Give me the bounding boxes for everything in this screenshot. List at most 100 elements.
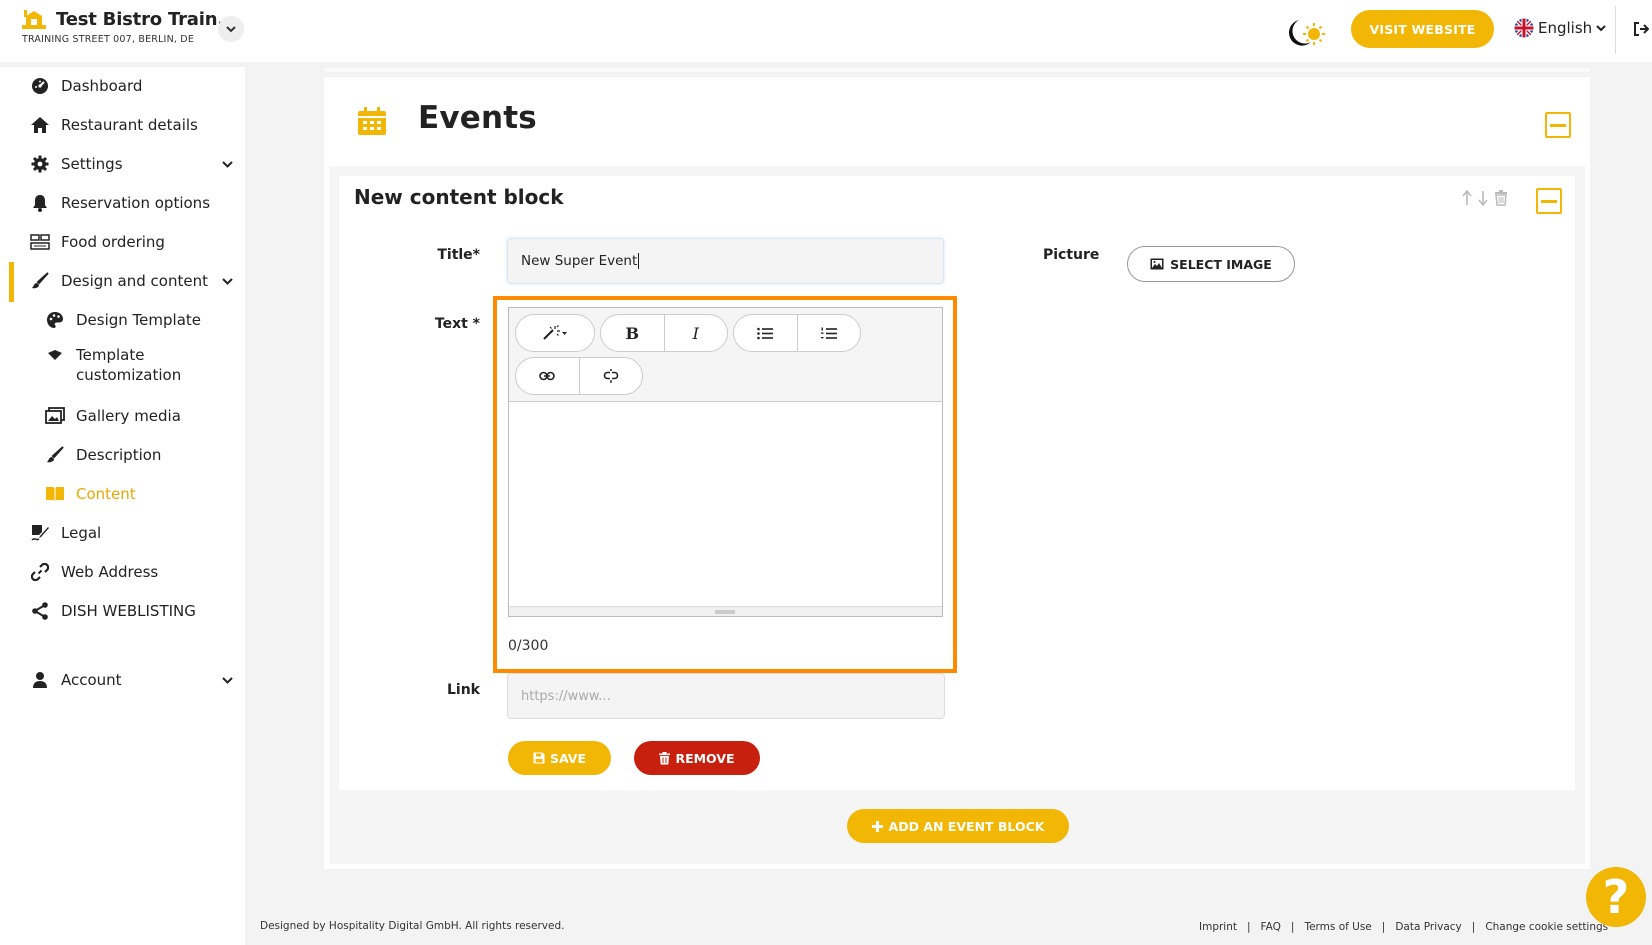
trash-icon — [659, 751, 671, 765]
sidebar-item-gallery-media[interactable]: Gallery media — [0, 397, 245, 435]
share-icon — [30, 601, 50, 621]
footer-link-faq[interactable]: FAQ — [1261, 921, 1281, 933]
save-button[interactable]: SAVE — [508, 741, 611, 775]
chevron-down-icon — [222, 277, 233, 285]
collapse-block-button[interactable] — [1536, 188, 1562, 214]
header-divider — [1615, 6, 1616, 54]
link-icon — [539, 371, 556, 381]
style-button[interactable] — [516, 315, 594, 351]
move-up-icon[interactable] — [1462, 190, 1472, 206]
sidebar-item-design-and-content[interactable]: Design and content — [0, 262, 245, 300]
section-separator — [324, 68, 1590, 72]
language-label: English — [1538, 19, 1593, 37]
sidebar-item-label: Gallery media — [76, 407, 181, 425]
footer-link-cookie-settings[interactable]: Change cookie settings — [1485, 921, 1608, 933]
question-mark-icon: ? — [1602, 870, 1630, 924]
text-caret — [638, 253, 640, 269]
chevron-down-icon — [222, 676, 233, 684]
logout-button[interactable] — [1633, 22, 1649, 36]
move-down-icon[interactable] — [1478, 190, 1488, 206]
title-label: Title* — [437, 247, 480, 263]
sidebar-item-design-template[interactable]: Design Template — [0, 301, 245, 339]
image-icon — [1150, 258, 1164, 270]
ordered-list-button[interactable] — [798, 315, 861, 351]
link-label: Link — [447, 682, 480, 698]
paintbrush-icon — [30, 271, 50, 291]
plus-icon — [871, 820, 883, 832]
sidebar-item-label: Food ordering — [61, 233, 165, 251]
editor-text-area[interactable] — [509, 402, 942, 606]
magic-icon — [45, 345, 65, 365]
link-input[interactable]: https://www... — [507, 673, 945, 719]
collapse-section-button[interactable] — [1545, 112, 1571, 138]
italic-button[interactable]: I — [665, 315, 728, 351]
insert-link-button[interactable] — [516, 358, 580, 394]
sidebar-item-account[interactable]: Account — [0, 661, 245, 699]
magic-wand-icon — [542, 325, 568, 341]
character-counter: 0/300 — [508, 638, 549, 654]
unordered-list-button[interactable] — [734, 315, 798, 351]
sidebar-item-dashboard[interactable]: Dashboard — [0, 67, 245, 105]
style-group — [515, 314, 595, 352]
bold-button[interactable]: B — [601, 315, 665, 351]
add-event-block-label: ADD AN EVENT BLOCK — [888, 818, 1045, 834]
bullet-list-icon — [757, 327, 774, 340]
sidebar-item-settings[interactable]: Settings — [0, 145, 245, 183]
bold-icon: B — [625, 323, 640, 343]
language-selector[interactable]: English — [1514, 18, 1606, 38]
sidebar-item-reservation-options[interactable]: Reservation options — [0, 184, 245, 222]
editor-resize-handle[interactable] — [509, 606, 942, 616]
title-input[interactable]: New Super Event — [507, 238, 944, 284]
trash-icon[interactable] — [1494, 190, 1508, 206]
restaurant-switcher-button[interactable] — [218, 16, 244, 42]
rich-text-editor: B I — [508, 307, 943, 617]
page-title: Events — [418, 100, 537, 136]
sidebar-item-legal[interactable]: Legal — [0, 514, 245, 552]
sidebar-item-dish-weblisting[interactable]: DISH WEBLISTING — [0, 592, 245, 630]
restaurant-brand[interactable]: Test Bistro Train... TRAINING STREET 007… — [22, 8, 237, 45]
link-icon — [30, 562, 50, 582]
restaurant-address: TRAINING STREET 007, BERLIN, DE — [22, 34, 195, 45]
remove-button[interactable]: REMOVE — [634, 741, 760, 775]
food-ordering-icon — [30, 232, 50, 252]
sidebar-item-content[interactable]: Content — [0, 475, 245, 513]
unlink-button[interactable] — [580, 358, 643, 394]
unlink-icon — [603, 368, 619, 384]
sidebar-item-template-customization[interactable]: Template customization — [0, 343, 245, 387]
add-event-block-button[interactable]: ADD AN EVENT BLOCK — [847, 809, 1069, 843]
sidebar-item-web-address[interactable]: Web Address — [0, 553, 245, 591]
sidebar-item-label: Content — [76, 485, 136, 503]
restaurant-logo-icon — [22, 8, 46, 30]
select-image-button[interactable]: SELECT IMAGE — [1127, 246, 1295, 282]
paintbrush-icon — [45, 445, 65, 465]
help-button[interactable]: ? — [1586, 867, 1646, 927]
editor-toolbar: B I — [509, 308, 942, 402]
picture-label: Picture — [1043, 247, 1100, 263]
theme-toggle[interactable] — [1283, 16, 1325, 50]
numbered-list-icon — [820, 327, 837, 340]
chevron-down-icon — [1596, 24, 1606, 32]
list-group — [733, 314, 861, 352]
sidebar-item-label: Design and content — [61, 272, 208, 290]
remove-label: REMOVE — [675, 750, 735, 766]
calendar-icon — [357, 106, 387, 136]
palette-icon — [45, 310, 65, 330]
sidebar-item-label: Description — [76, 446, 162, 464]
chevron-down-icon — [226, 25, 236, 33]
bell-icon — [30, 193, 50, 213]
footer-separator: | — [1290, 921, 1295, 933]
sidebar-item-description[interactable]: Description — [0, 436, 245, 474]
visit-website-button[interactable]: VISIT WEBSITE — [1351, 10, 1494, 48]
sidebar-item-restaurant-details[interactable]: Restaurant details — [0, 106, 245, 144]
top-bar: Test Bistro Train... TRAINING STREET 007… — [0, 0, 1652, 62]
footer-link-terms[interactable]: Terms of Use — [1304, 921, 1371, 933]
sidebar-item-food-ordering[interactable]: Food ordering — [0, 223, 245, 261]
footer-link-imprint[interactable]: Imprint — [1199, 921, 1237, 933]
signature-icon — [30, 523, 50, 543]
format-group: B I — [600, 314, 728, 352]
footer-link-privacy[interactable]: Data Privacy — [1395, 921, 1461, 933]
link-group — [515, 357, 643, 395]
gallery-icon — [45, 406, 65, 426]
save-label: SAVE — [549, 750, 587, 766]
logout-icon — [1633, 22, 1649, 36]
